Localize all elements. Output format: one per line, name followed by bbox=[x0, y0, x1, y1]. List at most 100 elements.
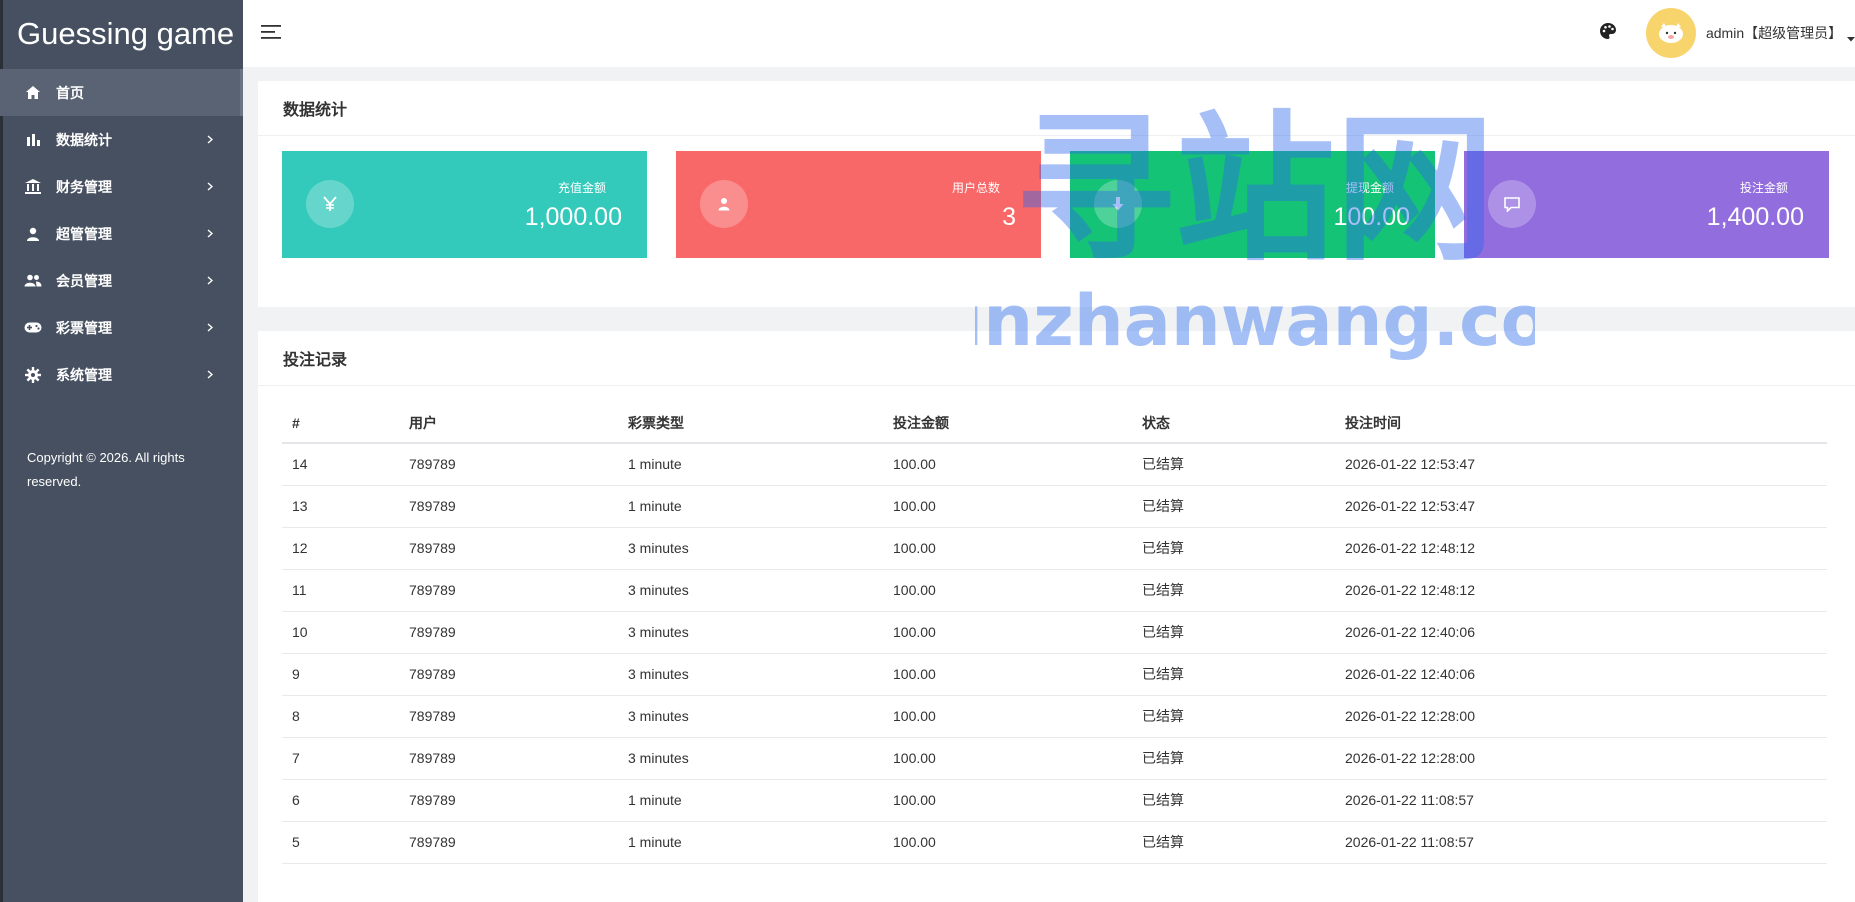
cell-time: 2026-01-22 12:53:47 bbox=[1335, 443, 1827, 486]
cell-amount: 100.00 bbox=[883, 653, 1132, 696]
cell-type: 3 minutes bbox=[618, 569, 883, 612]
cell-amount: 100.00 bbox=[883, 611, 1132, 654]
table-row: 12 789789 3 minutes 100.00 已结算 2026-01-22 12:… bbox=[282, 527, 1827, 570]
cell-user: 789789 bbox=[399, 653, 618, 696]
cell-time: 2026-01-22 12:40:06 bbox=[1335, 611, 1827, 654]
cell-id: 10 bbox=[282, 611, 399, 654]
cell-type: 3 minutes bbox=[618, 527, 883, 570]
cell-status: 已结算 bbox=[1132, 443, 1335, 486]
cell-amount: 100.00 bbox=[883, 779, 1132, 822]
sidebar-item-system[interactable]: 系统管理 bbox=[0, 351, 243, 398]
cell-id: 14 bbox=[282, 443, 399, 486]
chevron-right-icon bbox=[205, 367, 215, 381]
sidebar: Guessing game 首页 数据统计 财务管理 超管管理 会员管理 彩票管… bbox=[0, 0, 243, 902]
cell-user: 789789 bbox=[399, 821, 618, 864]
cell-id: 11 bbox=[282, 569, 399, 612]
col-header-user: 用户 bbox=[399, 403, 618, 444]
cell-id: 9 bbox=[282, 653, 399, 696]
table-row: 14 789789 1 minute 100.00 已结算 2026-01-22 12:5… bbox=[282, 443, 1827, 486]
table-row: 8 789789 3 minutes 100.00 已结算 2026-01-22 12:2… bbox=[282, 695, 1827, 738]
col-header-id: # bbox=[282, 403, 399, 444]
top-header: admin【超级管理员】 bbox=[243, 0, 1855, 67]
users-icon bbox=[24, 272, 42, 290]
table-row: 11 789789 3 minutes 100.00 已结算 2026-01-22 12:… bbox=[282, 569, 1827, 612]
sidebar-item-label: 财务管理 bbox=[56, 178, 112, 195]
sidebar-item-home[interactable]: 首页 bbox=[0, 69, 243, 116]
cell-amount: 100.00 bbox=[883, 485, 1132, 528]
copyright-text: Copyright © 2026. All rights reserved. bbox=[27, 450, 185, 489]
cell-type: 1 minute bbox=[618, 821, 883, 864]
col-header-lottery-type: 彩票类型 bbox=[618, 403, 883, 444]
table-row: 7 789789 3 minutes 100.00 已结算 2026-01-22 12:2… bbox=[282, 737, 1827, 780]
sidebar-item-finance[interactable]: 财务管理 bbox=[0, 163, 243, 210]
home-icon bbox=[24, 84, 42, 102]
cell-amount: 100.00 bbox=[883, 527, 1132, 570]
stat-label: 提现金额 bbox=[1345, 181, 1394, 195]
yen-icon bbox=[306, 180, 354, 228]
table-row: 6 789789 1 minute 100.00 已结算 2026-01-22 11:08… bbox=[282, 779, 1827, 822]
cell-type: 3 minutes bbox=[618, 737, 883, 780]
cell-type: 3 minutes bbox=[618, 653, 883, 696]
cell-time: 2026-01-22 12:28:00 bbox=[1335, 737, 1827, 780]
table-row: 9 789789 3 minutes 100.00 已结算 2026-01-22 12:4… bbox=[282, 653, 1827, 696]
cell-type: 3 minutes bbox=[618, 611, 883, 654]
sidebar-item-label: 数据统计 bbox=[56, 131, 112, 148]
col-header-time: 投注时间 bbox=[1335, 403, 1827, 444]
cell-user: 789789 bbox=[399, 611, 618, 654]
cell-amount: 100.00 bbox=[883, 569, 1132, 612]
stat-card-bets: 投注金额 1,400.00 bbox=[1464, 151, 1829, 258]
cell-amount: 100.00 bbox=[883, 821, 1132, 864]
sidebar-item-members[interactable]: 会员管理 bbox=[0, 257, 243, 304]
chevron-right-icon bbox=[205, 320, 215, 334]
gear-icon bbox=[24, 366, 42, 384]
cell-id: 12 bbox=[282, 527, 399, 570]
cell-status: 已结算 bbox=[1132, 485, 1335, 528]
table-header-row: # 用户 彩票类型 投注金额 状态 投注时间 bbox=[282, 403, 1827, 444]
sidebar-item-super-admin[interactable]: 超管管理 bbox=[0, 210, 243, 257]
stat-value: 1,400.00 bbox=[1706, 203, 1804, 231]
cell-user: 789789 bbox=[399, 569, 618, 612]
cell-type: 1 minute bbox=[618, 485, 883, 528]
cell-type: 3 minutes bbox=[618, 695, 883, 738]
col-header-status: 状态 bbox=[1132, 403, 1335, 444]
user-name[interactable]: admin【超级管理员】 bbox=[1706, 23, 1842, 43]
sidebar-item-label: 系统管理 bbox=[56, 366, 112, 383]
cell-status: 已结算 bbox=[1132, 611, 1335, 654]
user-icon bbox=[700, 180, 748, 228]
bank-icon bbox=[24, 178, 42, 196]
cell-user: 789789 bbox=[399, 527, 618, 570]
menu-toggle-icon[interactable] bbox=[261, 24, 281, 40]
cell-id: 6 bbox=[282, 779, 399, 822]
cell-amount: 100.00 bbox=[883, 695, 1132, 738]
cell-time: 2026-01-22 11:08:57 bbox=[1335, 821, 1827, 864]
cell-time: 2026-01-22 12:48:12 bbox=[1335, 569, 1827, 612]
stat-label: 用户总数 bbox=[951, 181, 1000, 195]
sidebar-item-label: 会员管理 bbox=[56, 272, 112, 289]
stat-card-withdraw: 提现金额 100.00 bbox=[1070, 151, 1435, 258]
table-row: 13 789789 1 minute 100.00 已结算 2026-01-22 12:5… bbox=[282, 485, 1827, 528]
cell-status: 已结算 bbox=[1132, 653, 1335, 696]
table-row: 5 789789 1 minute 100.00 已结算 2026-01-22 11:08… bbox=[282, 821, 1827, 864]
palette-icon[interactable] bbox=[1599, 22, 1619, 42]
col-header-amount: 投注金额 bbox=[883, 403, 1132, 444]
cell-id: 8 bbox=[282, 695, 399, 738]
sidebar-item-statistics[interactable]: 数据统计 bbox=[0, 116, 243, 163]
caret-down-icon[interactable] bbox=[1847, 29, 1855, 42]
stat-label: 充值金额 bbox=[557, 181, 606, 195]
avatar[interactable] bbox=[1646, 8, 1696, 58]
cell-id: 13 bbox=[282, 485, 399, 528]
cell-time: 2026-01-22 12:28:00 bbox=[1335, 695, 1827, 738]
cell-user: 789789 bbox=[399, 737, 618, 780]
app-title[interactable]: Guessing game bbox=[0, 0, 243, 67]
stat-card-recharge: 充值金额 1,000.00 bbox=[282, 151, 647, 258]
user-icon bbox=[24, 225, 42, 243]
cell-user: 789789 bbox=[399, 695, 618, 738]
message-icon bbox=[1488, 180, 1536, 228]
sidebar-item-lottery[interactable]: 彩票管理 bbox=[0, 304, 243, 351]
cell-amount: 100.00 bbox=[883, 737, 1132, 780]
stats-title: 数据统计 bbox=[258, 81, 1855, 136]
cell-status: 已结算 bbox=[1132, 569, 1335, 612]
stat-value: 100.00 bbox=[1333, 203, 1410, 231]
cell-type: 1 minute bbox=[618, 443, 883, 486]
user-menu[interactable]: admin【超级管理员】 bbox=[1646, 8, 1855, 58]
